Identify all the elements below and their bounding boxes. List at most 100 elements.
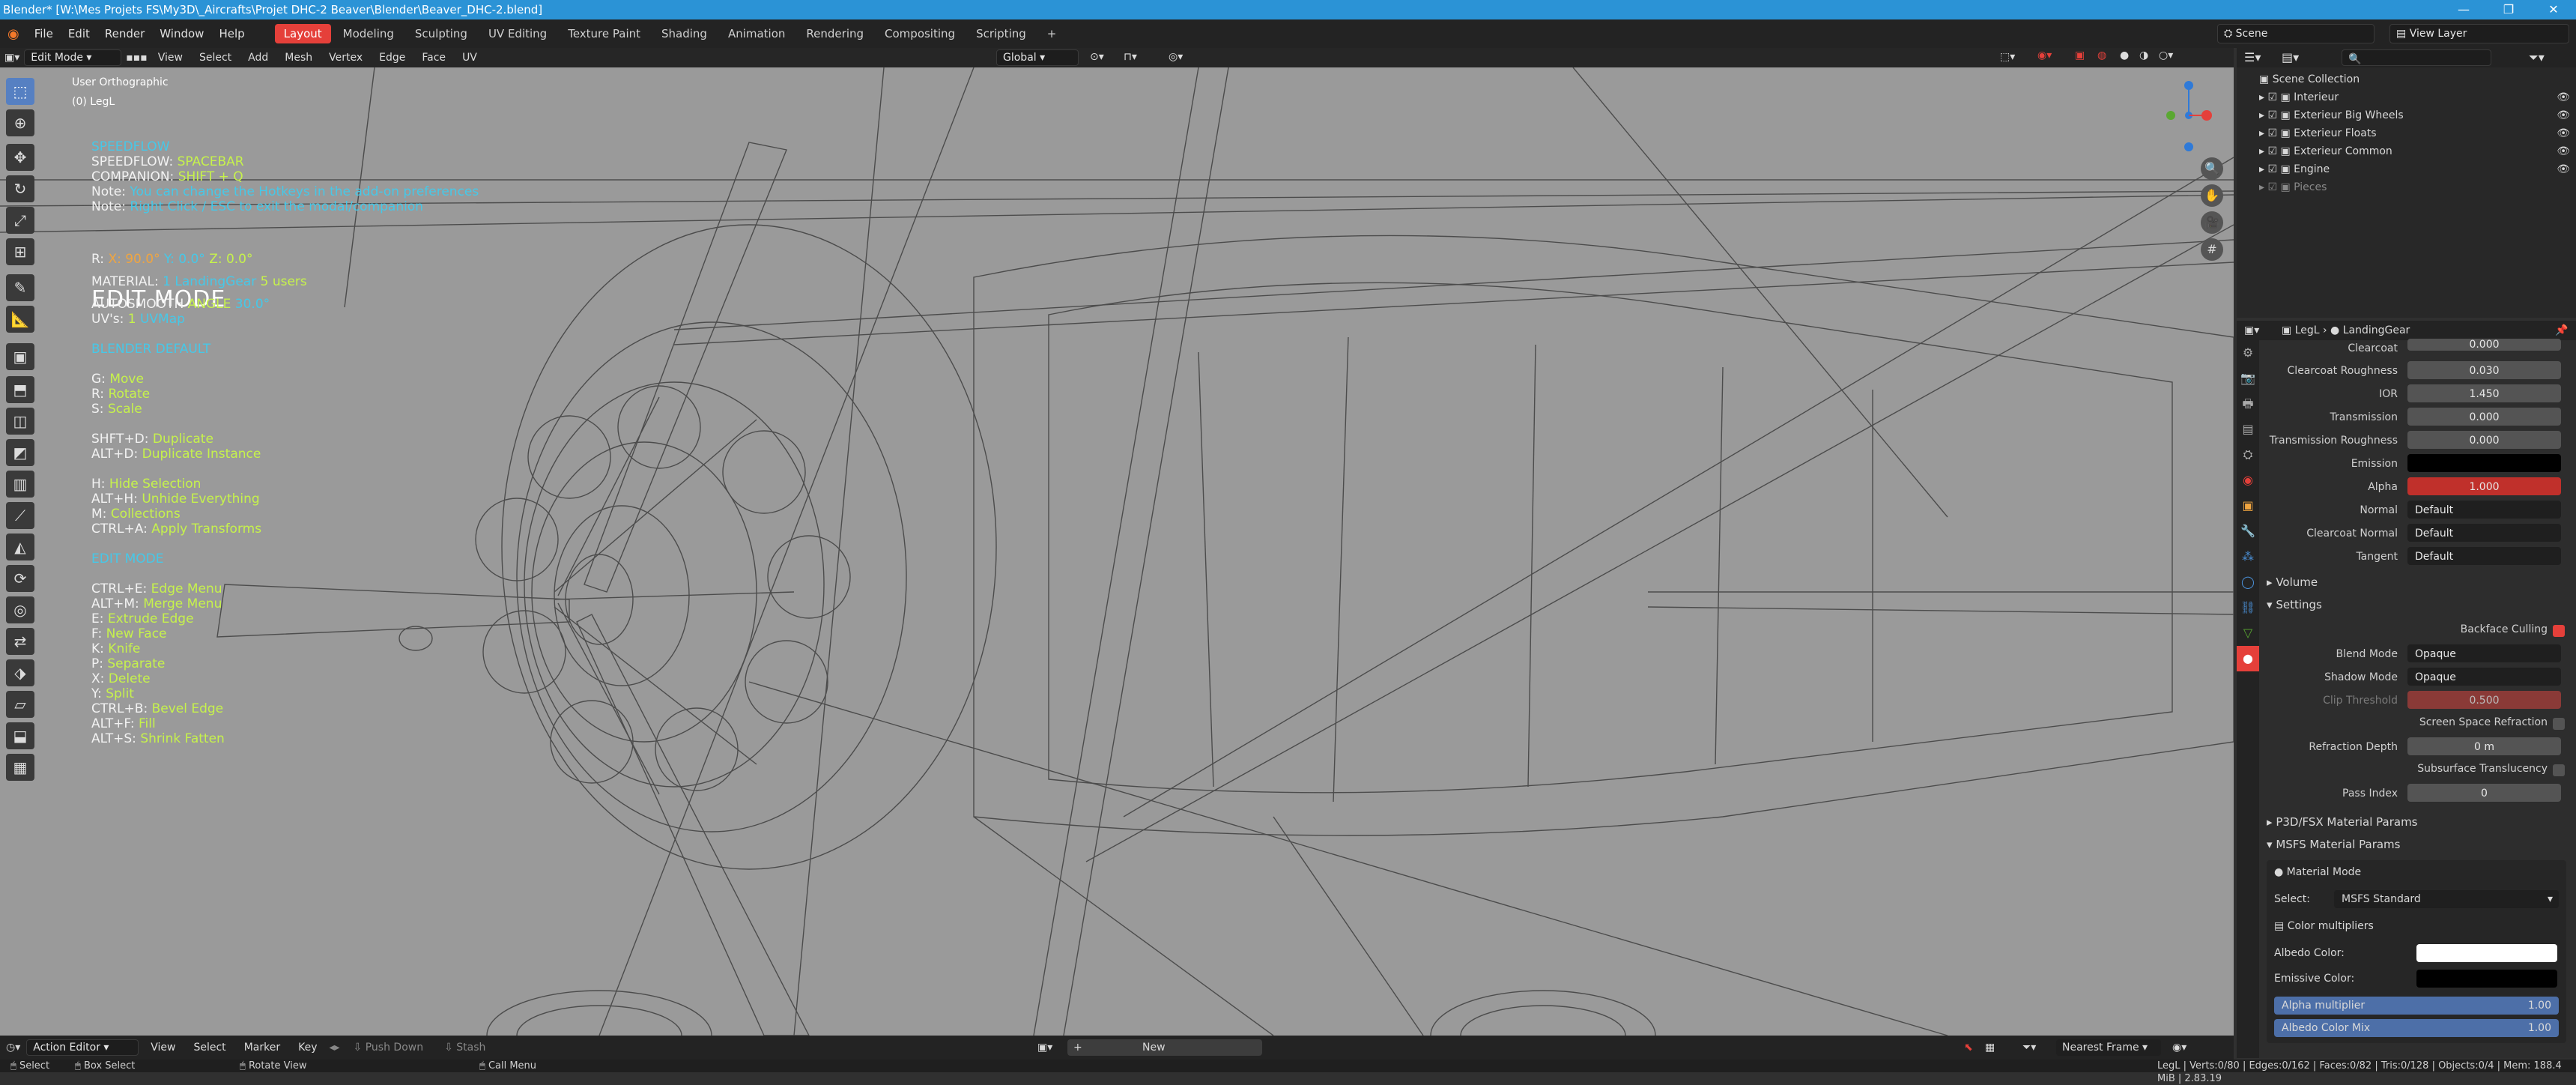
editor-type-icon[interactable]: ▣▾ <box>4 52 19 64</box>
rip-tool-icon[interactable]: ⬓ <box>6 722 34 749</box>
constraints-tab-icon[interactable]: ⛓ <box>2237 595 2259 620</box>
outliner-item[interactable]: ▸ ☑ ▣ Exterieur Common 👁 <box>2237 142 2576 160</box>
vp-menu-vertex[interactable]: Vertex <box>323 52 369 64</box>
transform-tool-icon[interactable]: ⊞ <box>6 238 34 265</box>
outliner-item[interactable]: ▸ ☑ ▣ Exterieur Floats 👁 <box>2237 124 2576 142</box>
scene-selector[interactable]: ⛭ Scene <box>2217 24 2375 43</box>
vp-menu-edge[interactable]: Edge <box>373 52 411 64</box>
uv-tool-icon[interactable]: ▦ <box>6 754 34 781</box>
tab-modeling[interactable]: Modeling <box>334 24 403 43</box>
loop-cut-tool-icon[interactable]: ▥ <box>6 471 34 498</box>
filter-icon[interactable]: ⏷▾ <box>2529 50 2545 65</box>
push-down-button[interactable]: ⇩ Push Down <box>346 1042 431 1054</box>
poly-build-tool-icon[interactable]: ◭ <box>6 534 34 560</box>
properties-editor-icon[interactable]: ▣▾ <box>2244 321 2259 340</box>
bevel-tool-icon[interactable]: ◩ <box>6 439 34 466</box>
new-action-button[interactable]: + New <box>1067 1039 1262 1056</box>
tab-shading[interactable]: Shading <box>652 24 716 43</box>
overlay-gizmo-icon[interactable]: ⬚▾ <box>2000 51 2015 63</box>
vp-menu-add[interactable]: Add <box>242 52 274 64</box>
eye-icon[interactable]: 👁 <box>2557 106 2570 124</box>
menu-window[interactable]: Window <box>152 27 211 40</box>
action-browse-icon[interactable]: ▣▾ <box>1037 1042 1052 1054</box>
scene-tab-icon[interactable]: ⛭ <box>2237 442 2259 468</box>
world-tab-icon[interactable]: ◉ <box>2237 468 2259 493</box>
modifier-tab-icon[interactable]: 🔧 <box>2237 519 2259 544</box>
outliner-item[interactable]: ▸ ☑ ▣ Engine 👁 <box>2237 160 2576 178</box>
close-icon[interactable]: ✕ <box>2531 0 2576 19</box>
cursor-tool-icon[interactable]: ⊕ <box>6 109 34 136</box>
timeline-menu-select[interactable]: Select <box>187 1042 231 1054</box>
timeline-menu-view[interactable]: View <box>145 1042 181 1054</box>
camera-view-icon[interactable]: 🎥 <box>2201 211 2223 234</box>
scale-tool-icon[interactable]: ⤢ <box>6 207 34 234</box>
shading-material-icon[interactable]: ◑ <box>2139 49 2148 61</box>
keyframe-arrows-icon[interactable]: ◂▸ <box>329 1042 339 1054</box>
settings-panel-header[interactable]: ▾ Settings <box>2267 598 2322 611</box>
shading-solid-icon[interactable]: ● <box>2120 49 2129 61</box>
vp-menu-select[interactable]: Select <box>193 52 237 64</box>
select-box-tool-icon[interactable]: ⬚ <box>6 78 34 105</box>
menu-file[interactable]: File <box>27 27 61 40</box>
maximize-icon[interactable]: ❐ <box>2486 0 2531 19</box>
material-tab-icon[interactable]: ● <box>2237 646 2259 671</box>
tool-tab-icon[interactable]: ⚙ <box>2237 340 2259 366</box>
eye-icon[interactable]: 👁 <box>2557 142 2570 160</box>
data-tab-icon[interactable]: ▽ <box>2237 620 2259 646</box>
tab-animation[interactable]: Animation <box>719 24 794 43</box>
vp-menu-mesh[interactable]: Mesh <box>279 52 318 64</box>
minimize-icon[interactable]: — <box>2441 0 2486 19</box>
sss-checkbox[interactable] <box>2553 764 2565 776</box>
albedo-color-swatch[interactable] <box>2416 944 2557 962</box>
blender-logo-icon[interactable]: ◉ <box>0 26 27 42</box>
snap-icon[interactable]: ⊓▾ <box>1124 51 1137 63</box>
mode-selector[interactable]: Edit Mode ▾ <box>24 49 122 66</box>
zoom-icon[interactable]: 🔍 <box>2201 157 2223 180</box>
snap-mode-selector[interactable]: Nearest Frame ▾ <box>2056 1039 2161 1056</box>
output-tab-icon[interactable]: 🖶 <box>2237 391 2259 417</box>
select-mode-icon[interactable]: ▪▪▪ <box>126 52 147 64</box>
pin-icon[interactable]: 📌 <box>2555 321 2568 340</box>
timeline-editor-icon[interactable]: ◷▾ <box>6 1042 20 1054</box>
backface-culling-checkbox[interactable] <box>2553 625 2565 637</box>
object-tab-icon[interactable]: ▣ <box>2237 493 2259 519</box>
edge-slide-tool-icon[interactable]: ⇄ <box>6 628 34 655</box>
emissive-color-swatch[interactable] <box>2416 970 2557 988</box>
tab-compositing[interactable]: Compositing <box>876 24 964 43</box>
rotate-tool-icon[interactable]: ↻ <box>6 175 34 202</box>
add-workspace-button[interactable]: + <box>1038 24 1066 43</box>
shear-tool-icon[interactable]: ▱ <box>6 691 34 718</box>
ssr-checkbox[interactable] <box>2553 718 2565 730</box>
shading-wire-icon[interactable]: ◍ <box>2097 49 2106 61</box>
overlays-icon[interactable]: ◉▾ <box>2037 49 2052 61</box>
measure-tool-icon[interactable]: 📐 <box>6 306 34 333</box>
tab-uv-editing[interactable]: UV Editing <box>479 24 556 43</box>
proportional-edit-icon[interactable]: ◎▾ <box>1169 51 1183 63</box>
timeline-filter-icon[interactable]: ⏷▾ <box>2022 1042 2036 1054</box>
timeline-menu-key[interactable]: Key <box>292 1042 323 1054</box>
xray-icon[interactable]: ▣ <box>2075 49 2085 61</box>
move-tool-icon[interactable]: ✥ <box>6 144 34 171</box>
menu-edit[interactable]: Edit <box>61 27 97 40</box>
only-selected-icon[interactable]: ⬉ <box>1964 1042 1973 1054</box>
volume-panel-header[interactable]: ▸ Volume <box>2267 575 2318 589</box>
navigation-gizmo[interactable] <box>2166 81 2212 151</box>
tab-scripting[interactable]: Scripting <box>967 24 1035 43</box>
proportional-timeline-icon[interactable]: ◉▾ <box>2172 1042 2186 1054</box>
orientation-selector[interactable]: Global ▾ <box>996 49 1079 66</box>
add-cube-tool-icon[interactable]: ▣ <box>6 343 34 370</box>
timeline-menu-marker[interactable]: Marker <box>238 1042 286 1054</box>
render-tab-icon[interactable]: 📷 <box>2237 366 2259 391</box>
vp-menu-view[interactable]: View <box>152 52 189 64</box>
eye-icon[interactable]: 👁 <box>2557 160 2570 178</box>
menu-render[interactable]: Render <box>97 27 152 40</box>
pan-hand-icon[interactable]: ✋ <box>2201 184 2223 207</box>
editor-mode-selector[interactable]: Action Editor ▾ <box>26 1039 139 1056</box>
inset-tool-icon[interactable]: ◫ <box>6 408 34 435</box>
hide-icon[interactable]: ▦ <box>1985 1042 1995 1054</box>
emission-color-swatch[interactable] <box>2407 454 2561 472</box>
stash-button[interactable]: ⇩ Stash <box>437 1042 493 1054</box>
particles-tab-icon[interactable]: ⁂ <box>2237 544 2259 569</box>
alpha-multiplier-slider[interactable]: Alpha multiplier 1.00 <box>2274 997 2559 1015</box>
outliner-search-input[interactable]: 🔍 <box>2342 49 2491 66</box>
